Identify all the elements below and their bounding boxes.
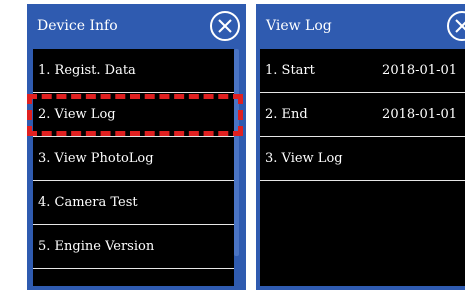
- device-info-header: Device Info: [27, 4, 246, 49]
- menu-item-label: 4. Camera Test: [38, 195, 138, 210]
- menu-item-label: 5. Engine Version: [38, 239, 155, 254]
- close-device-info-button[interactable]: [210, 11, 240, 41]
- view-log-title: View Log: [266, 18, 332, 34]
- view-log-header: View Log: [256, 4, 465, 49]
- close-icon: [455, 19, 465, 33]
- device-info-menu: 1. Regist. Data 2. View Log 3. View Phot…: [33, 49, 234, 286]
- close-icon: [218, 19, 232, 33]
- log-start-label: 1. Start: [265, 63, 315, 78]
- log-end-label: 2. End: [265, 107, 308, 122]
- menu-item-label: 3. View PhotoLog: [38, 151, 154, 166]
- view-log-action-label: 3. View Log: [265, 151, 343, 166]
- log-end-date: 2018-01-01: [382, 107, 457, 122]
- menu-item-camera-test[interactable]: 4. Camera Test: [33, 181, 234, 225]
- log-end-row[interactable]: 2. End 2018-01-01: [260, 93, 465, 137]
- menu-item-label: 1. Regist. Data: [38, 63, 136, 78]
- device-info-panel: Device Info 1. Regist. Data 2. View Log …: [27, 4, 246, 290]
- menu-item-view-photolog[interactable]: 3. View PhotoLog: [33, 137, 234, 181]
- log-start-date: 2018-01-01: [382, 63, 457, 78]
- menu-item-regist-data[interactable]: 1. Regist. Data: [33, 49, 234, 93]
- view-log-list: 1. Start 2018-01-01 2. End 2018-01-01 3.…: [260, 49, 465, 286]
- menu-item-engine-version[interactable]: 5. Engine Version: [33, 225, 234, 269]
- close-view-log-button[interactable]: [447, 11, 465, 41]
- view-log-action-row[interactable]: 3. View Log: [260, 137, 465, 181]
- menu-item-view-log[interactable]: 2. View Log: [33, 93, 234, 137]
- log-start-row[interactable]: 1. Start 2018-01-01: [260, 49, 465, 93]
- menu-scrollbar[interactable]: [234, 49, 239, 256]
- view-log-panel: View Log 1. Start 2018-01-01 2. End 2018…: [256, 4, 465, 290]
- menu-item-label: 2. View Log: [38, 107, 116, 122]
- device-info-title: Device Info: [37, 18, 118, 34]
